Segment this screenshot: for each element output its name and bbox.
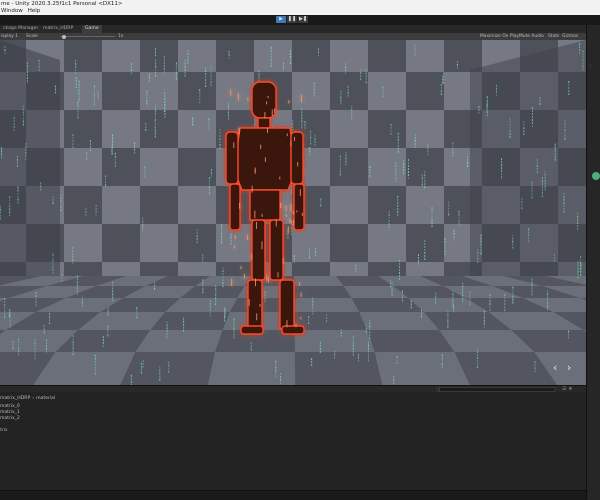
scale-value: 1x [118,34,124,39]
main-toolbar: ▶ ❚❚ ▶❚ [0,15,600,25]
globe-icon [592,172,600,180]
status-bar [0,490,586,500]
display-dropdown[interactable]: isplay 1 [1,33,18,40]
inspector-label: : [590,65,592,70]
game-scene [0,40,586,385]
gizmos-dropdown[interactable]: Gizmos [562,33,578,40]
project-panel-header: ⌕ ☰ ★ [0,385,586,393]
maximize-on-play-toggle[interactable]: Maximize On Play [480,33,519,40]
game-view-toolbar: isplay 1 Scale 1x Maximize On Play Mute … [0,33,586,40]
breadcrumb-material[interactable]: material [36,396,55,401]
file-item[interactable]: matrix_2 [0,416,20,422]
view-tabs: ckage Manager matrix_HDRP Game [0,25,586,33]
play-controls: ▶ ❚❚ ▶❚ [276,16,308,23]
mute-audio-toggle[interactable]: Mute Audio [519,33,544,40]
selected-asset-path: trix [0,428,8,433]
scale-slider[interactable] [60,36,115,37]
scale-label: Scale [26,34,38,39]
tab-game[interactable]: Game [82,25,102,33]
menu-window[interactable]: Window [1,8,23,15]
menu-help[interactable]: Help [28,8,41,15]
step-button[interactable]: ▶❚ [298,16,308,23]
stats-toggle[interactable]: Stats [548,33,559,40]
play-button[interactable]: ▶ [276,16,286,23]
pause-button[interactable]: ❚❚ [287,16,297,23]
breadcrumb-matrix-hdrp[interactable]: matrix_HDRP [0,396,30,401]
game-viewport[interactable] [0,40,586,385]
menu-bar: Window Help [0,8,600,15]
tab-matrix-hdrp[interactable]: matrix_HDRP [40,25,76,33]
breadcrumb: matrix_HDRP › material [0,396,55,401]
scale-slider-knob[interactable] [62,34,66,39]
window-title: me - Unity 2020.3.25f1c1 Personal <DX11> [0,0,600,8]
project-panel [0,392,586,500]
file-list: matrix_0 matrix_1 matrix_2 [0,404,20,422]
viewport-nav-arrows[interactable]: ‹ › [553,361,574,374]
breadcrumb-separator: › [32,396,35,401]
inspector-strip: : [586,25,600,500]
tab-package-manager[interactable]: ckage Manager [0,25,41,33]
